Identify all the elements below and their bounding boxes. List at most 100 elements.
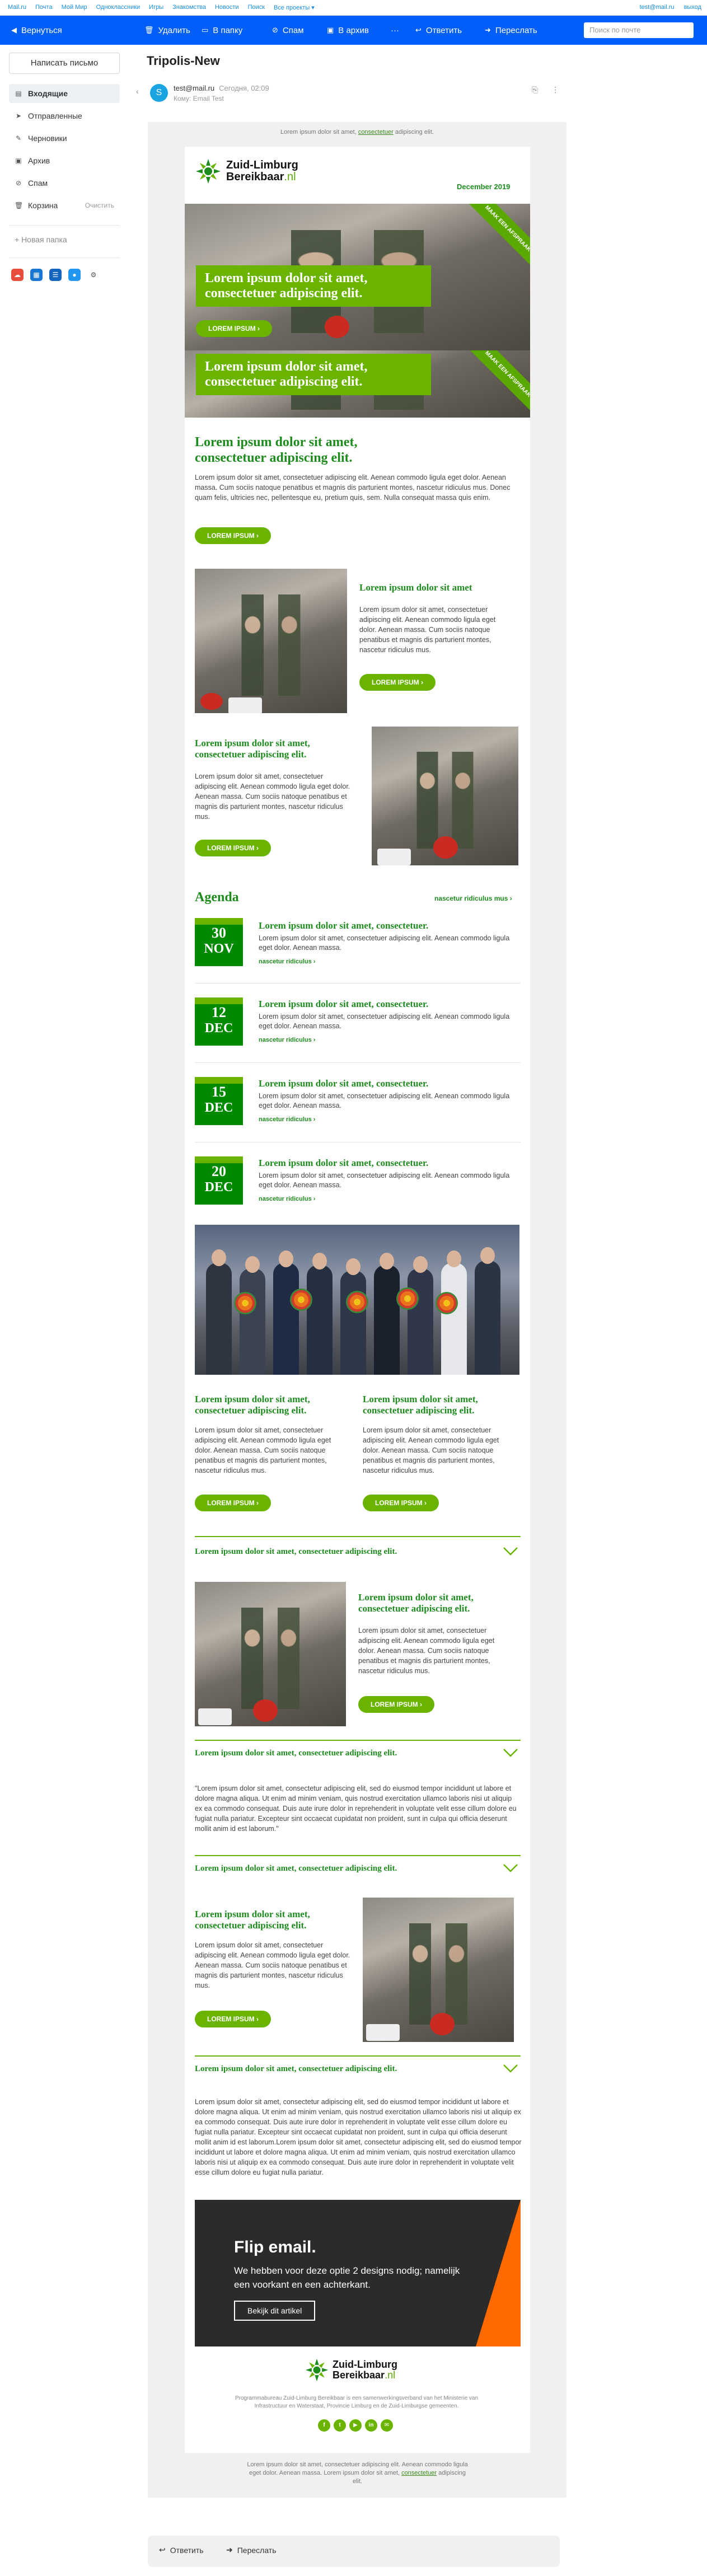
move-to-folder-button[interactable]: ▭ В папку [196,22,248,38]
youtube-icon[interactable]: ▶ [349,2419,362,2432]
col-left-button[interactable]: LOREM IPSUM › [195,1495,271,1511]
preheader-link[interactable]: consectetuer [358,129,394,135]
hero-banner-2[interactable]: Lorem ipsum dolor sit amet, consectetuer… [185,350,530,418]
person-shape [408,1268,433,1375]
portal-link-mailru[interactable]: Mail.ru [8,4,26,11]
sidebar-item-sent[interactable]: ➤ Отправленные [9,106,120,125]
archive-button[interactable]: ▣ В архив [321,22,374,38]
portal-link-ok[interactable]: Одноклассники [96,4,141,11]
forward-icon: ➜ [485,26,491,34]
person-shape [340,1271,366,1375]
mail-icon[interactable]: ✉ [381,2419,393,2432]
account-email[interactable]: test@mail.ru [640,4,675,11]
accordion-line [195,1855,521,1856]
linkedin-icon[interactable]: in [365,2419,377,2432]
chat-app-icon[interactable]: ● [68,269,81,281]
post-text-link[interactable]: consectetuer [401,2470,437,2476]
accordion1-button[interactable]: LOREM IPSUM › [358,1696,434,1713]
sidebar-item-label: Архив [28,156,50,165]
block2-text: Lorem ipsum dolor sit amet, consectetuer… [195,772,350,821]
flip-title: Flip email. [234,2238,316,2256]
accordion-title-3[interactable]: Lorem ipsum dolor sit amet, consectetuer… [195,1864,397,1874]
delete-button[interactable]: 🗑 Удалить [139,22,196,38]
agenda-more-link[interactable]: nascetur ridiculus mus › [434,894,512,902]
search-input[interactable]: Поиск по почте [584,22,694,38]
block1-button[interactable]: LOREM IPSUM › [359,674,436,691]
sidebar-item-spam[interactable]: ⊘ Спам [9,174,120,193]
block2-button[interactable]: LOREM IPSUM › [195,840,271,856]
flip-button[interactable]: Bekijk dit artikel [234,2301,316,2321]
event-link-2[interactable]: nascetur ridiculus › [259,1037,315,1043]
facebook-icon[interactable]: f [318,2419,330,2432]
sidebar-item-label: Черновики [28,134,67,143]
portal-link-dating[interactable]: Знакомства [172,4,206,11]
logout-link[interactable]: выход [684,4,701,11]
quick-forward-button[interactable]: ➜ Переслать [226,2545,277,2555]
compose-button[interactable]: Написать письмо [9,53,120,74]
block1-photo[interactable] [195,569,347,713]
sidebar-item-archive[interactable]: ▣ Архив [9,151,120,170]
event-link-4[interactable]: nascetur ridiculus › [259,1196,315,1202]
group-photo[interactable] [195,1225,519,1375]
brand-logo[interactable]: Zuid-Limburg Bereikbaar.nl [195,158,298,185]
contacts-app-icon[interactable]: ☰ [49,269,62,281]
attachment-icon[interactable]: ⎘ [532,85,538,95]
accordion3-photo[interactable] [363,1898,514,2042]
event-link-3[interactable]: nascetur ridiculus › [259,1116,315,1123]
sender-email[interactable]: test@mail.ru [174,84,214,92]
portal-link-myworld[interactable]: Мой Мир [62,4,87,11]
accordion-title-2[interactable]: Lorem ipsum dolor sit amet, consectetuer… [195,1749,397,1758]
portal-link-all-projects[interactable]: Все проекты ▾ [274,4,315,11]
reply-button[interactable]: ↩ Ответить [410,22,467,38]
event-title-4[interactable]: Lorem ipsum dolor sit amet, consectetuer… [259,1158,428,1169]
spam-button[interactable]: ⊘ Спам [266,22,310,38]
accordion-title-1[interactable]: Lorem ipsum dolor sit amet, consectetuer… [195,1547,397,1557]
cloud-app-icon[interactable]: ☁ [11,269,24,281]
settings-gear-icon[interactable]: ⚙ [87,269,100,281]
twitter-icon[interactable]: t [334,2419,346,2432]
quick-reply-bar: ↩ Ответить ➜ Переслать [148,2536,560,2567]
more-button[interactable]: ··· [385,22,405,38]
intro-button[interactable]: LOREM IPSUM › [195,527,271,544]
chevron-down-icon[interactable] [503,1546,518,1556]
logo-tld: .nl [385,2369,396,2381]
chevron-down-icon[interactable] [503,2063,518,2073]
forward-button[interactable]: ➜ Переслать [479,22,543,38]
event-title-3[interactable]: Lorem ipsum dolor sit amet, consectetuer… [259,1078,428,1089]
draft-icon: ✎ [15,134,22,142]
event-link-1[interactable]: nascetur ridiculus › [259,958,315,965]
chevron-down-icon[interactable] [503,1748,518,1758]
hero-banner-1[interactable]: Lorem ipsum dolor sit amet, consectetuer… [185,204,530,350]
inbox-icon: ▤ [15,90,22,97]
block2-photo[interactable] [372,727,518,865]
quick-reply-button[interactable]: ↩ Ответить [159,2545,204,2555]
empty-trash-link[interactable]: Очистить [85,202,114,209]
portal-link-news[interactable]: Новости [215,4,239,11]
person-head [279,1250,293,1267]
calendar-app-icon[interactable]: ▦ [30,269,43,281]
hero-button[interactable]: LOREM IPSUM › [196,320,272,337]
sidebar-item-drafts[interactable]: ✎ Черновики [9,129,120,148]
portal-link-games[interactable]: Игры [149,4,163,11]
accordion1-photo[interactable] [195,1582,346,1726]
col-right-button[interactable]: LOREM IPSUM › [363,1495,439,1511]
new-folder-button[interactable]: + Новая папка [15,235,67,244]
portal-link-search[interactable]: Поиск [248,4,265,11]
person-head [480,1247,495,1264]
portal-link-mail[interactable]: Почта [35,4,53,11]
event-date-2: 12 DEC [195,997,243,1046]
chevron-down-icon[interactable] [503,1863,518,1873]
sidebar-item-trash[interactable]: 🗑 Корзина Очистить [9,196,120,215]
footer-logo[interactable]: Zuid-Limburg Bereikbaar.nl [305,2358,397,2382]
event-title-2[interactable]: Lorem ipsum dolor sit amet, consectetuer… [259,999,428,1010]
thread-toggle-icon[interactable]: ‹ [136,87,139,96]
accordion3-button[interactable]: LOREM IPSUM › [195,2011,271,2027]
sidebar-item-inbox[interactable]: ▤ Входящие [9,84,120,103]
quick-forward-label: Переслать [237,2545,277,2555]
more-actions-icon[interactable]: ⋮ [551,85,559,95]
back-button[interactable]: ◀ Вернуться [6,22,68,38]
accordion-title-4[interactable]: Lorem ipsum dolor sit amet, consectetuer… [195,2064,397,2074]
arrow-left-icon: ◀ [11,26,17,34]
event-title-1[interactable]: Lorem ipsum dolor sit amet, consectetuer… [259,920,428,931]
scooter-shape [198,1708,232,1725]
